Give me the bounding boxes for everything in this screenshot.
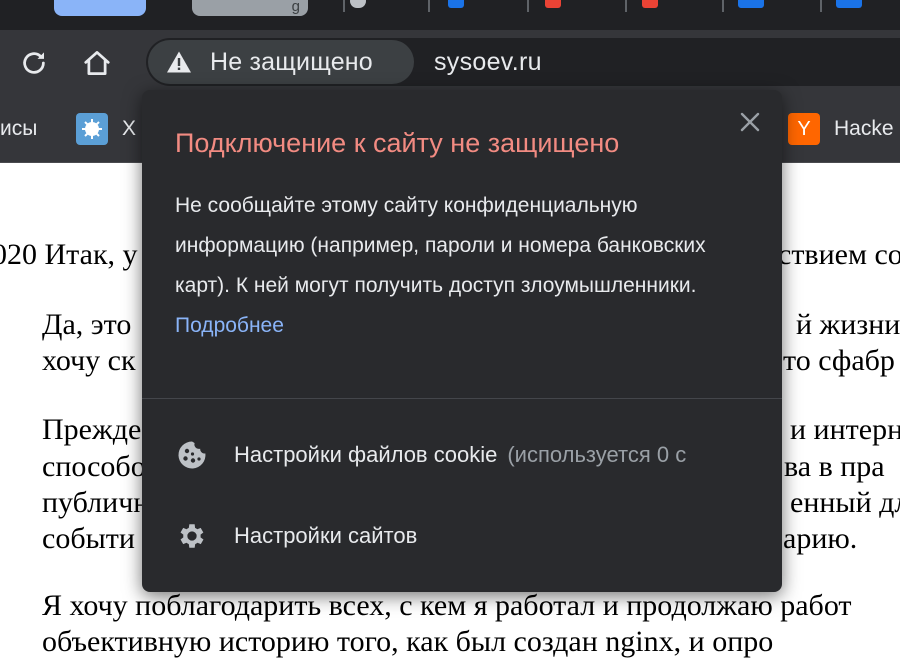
bookmark-label: Hacke bbox=[834, 117, 894, 140]
text-fragment: ствием со bbox=[778, 238, 900, 271]
text-fragment: енный дл bbox=[790, 486, 900, 519]
cookie-settings-label: Настройки файлов cookie bbox=[234, 442, 498, 467]
cookie-icon bbox=[175, 438, 209, 472]
tab-separator bbox=[527, 0, 529, 12]
bookmark-favicon-icon bbox=[76, 113, 108, 145]
tab-separator bbox=[428, 0, 430, 12]
tab-separator bbox=[343, 0, 345, 12]
hacker-news-icon: Y bbox=[788, 113, 820, 145]
close-icon bbox=[740, 112, 760, 132]
gear-icon bbox=[175, 519, 209, 553]
tab-favicon-icon bbox=[350, 0, 366, 8]
text-fragment: хочу ск bbox=[42, 344, 136, 377]
text-fragment: объективную историю того, как был создан… bbox=[42, 625, 774, 658]
security-chip-label: Не защищено bbox=[210, 47, 373, 76]
site-settings-row[interactable]: Настройки сайтов bbox=[142, 499, 782, 573]
text-fragment: 020 Итак, у bbox=[0, 238, 138, 271]
tab-favicon-icon bbox=[642, 0, 658, 8]
site-settings-label: Настройки сайтов bbox=[234, 523, 418, 548]
text-fragment: и интерн bbox=[790, 413, 900, 446]
text-fragment: то сфабр bbox=[783, 344, 895, 377]
text-fragment: способо bbox=[42, 450, 146, 483]
bookmark-item[interactable]: исы bbox=[0, 96, 37, 162]
text-fragment: Я хочу поблагодарить всех, с кем я работ… bbox=[42, 589, 852, 622]
site-info-popup: Подключение к сайту не защищено Не сообщ… bbox=[142, 90, 782, 592]
text-fragment: Да, это bbox=[42, 308, 132, 341]
text-fragment: публичн bbox=[42, 486, 150, 519]
popup-body-text: Не сообщайте этому сайту конфиденциальну… bbox=[175, 194, 706, 297]
tab-separator bbox=[820, 0, 822, 12]
warning-icon bbox=[166, 50, 192, 74]
security-chip[interactable]: Не защищено bbox=[148, 40, 414, 84]
reload-button[interactable] bbox=[15, 44, 53, 82]
tab-label: g bbox=[291, 0, 300, 15]
reload-icon bbox=[23, 52, 45, 74]
url-text[interactable]: sysoev.ru bbox=[434, 48, 542, 77]
tab-separator bbox=[722, 0, 724, 12]
close-button[interactable] bbox=[734, 106, 766, 138]
home-button[interactable] bbox=[78, 44, 116, 82]
bookmark-item[interactable]: X bbox=[76, 96, 136, 162]
tab-favicon-icon bbox=[448, 0, 464, 8]
text-fragment: ва в пра bbox=[784, 450, 885, 483]
cookie-settings-row[interactable]: Настройки файлов cookie (используется 0 … bbox=[142, 418, 782, 492]
bookmark-label: X bbox=[122, 117, 137, 140]
text-fragment: й жизни, bbox=[796, 308, 900, 341]
tab-active[interactable] bbox=[54, 0, 146, 16]
browser-toolbar: Не защищено sysoev.ru bbox=[0, 30, 900, 96]
tab-favicon-icon bbox=[545, 0, 561, 8]
bookmark-label: исы bbox=[0, 117, 38, 140]
text-fragment: арию. bbox=[783, 522, 858, 555]
text-fragment: событи bbox=[42, 522, 135, 555]
learn-more-link[interactable]: Подробнее bbox=[175, 314, 284, 337]
tab-favicon-icon bbox=[836, 0, 862, 8]
popup-description: Не сообщайте этому сайту конфиденциальну… bbox=[175, 186, 760, 346]
tab-inactive[interactable]: g bbox=[192, 0, 308, 16]
tab-separator bbox=[625, 0, 627, 12]
divider bbox=[142, 398, 782, 399]
cookie-usage-status: (используется 0 с bbox=[507, 442, 687, 467]
tab-favicon-icon bbox=[738, 0, 764, 8]
tab-strip: g bbox=[0, 0, 900, 30]
home-icon bbox=[84, 51, 110, 75]
bookmark-item[interactable]: Y Hacke bbox=[788, 96, 894, 162]
address-bar[interactable]: Не защищено sysoev.ru bbox=[146, 38, 900, 86]
popup-title: Подключение к сайту не защищено bbox=[175, 128, 620, 158]
text-fragment: Прежде bbox=[42, 413, 142, 446]
